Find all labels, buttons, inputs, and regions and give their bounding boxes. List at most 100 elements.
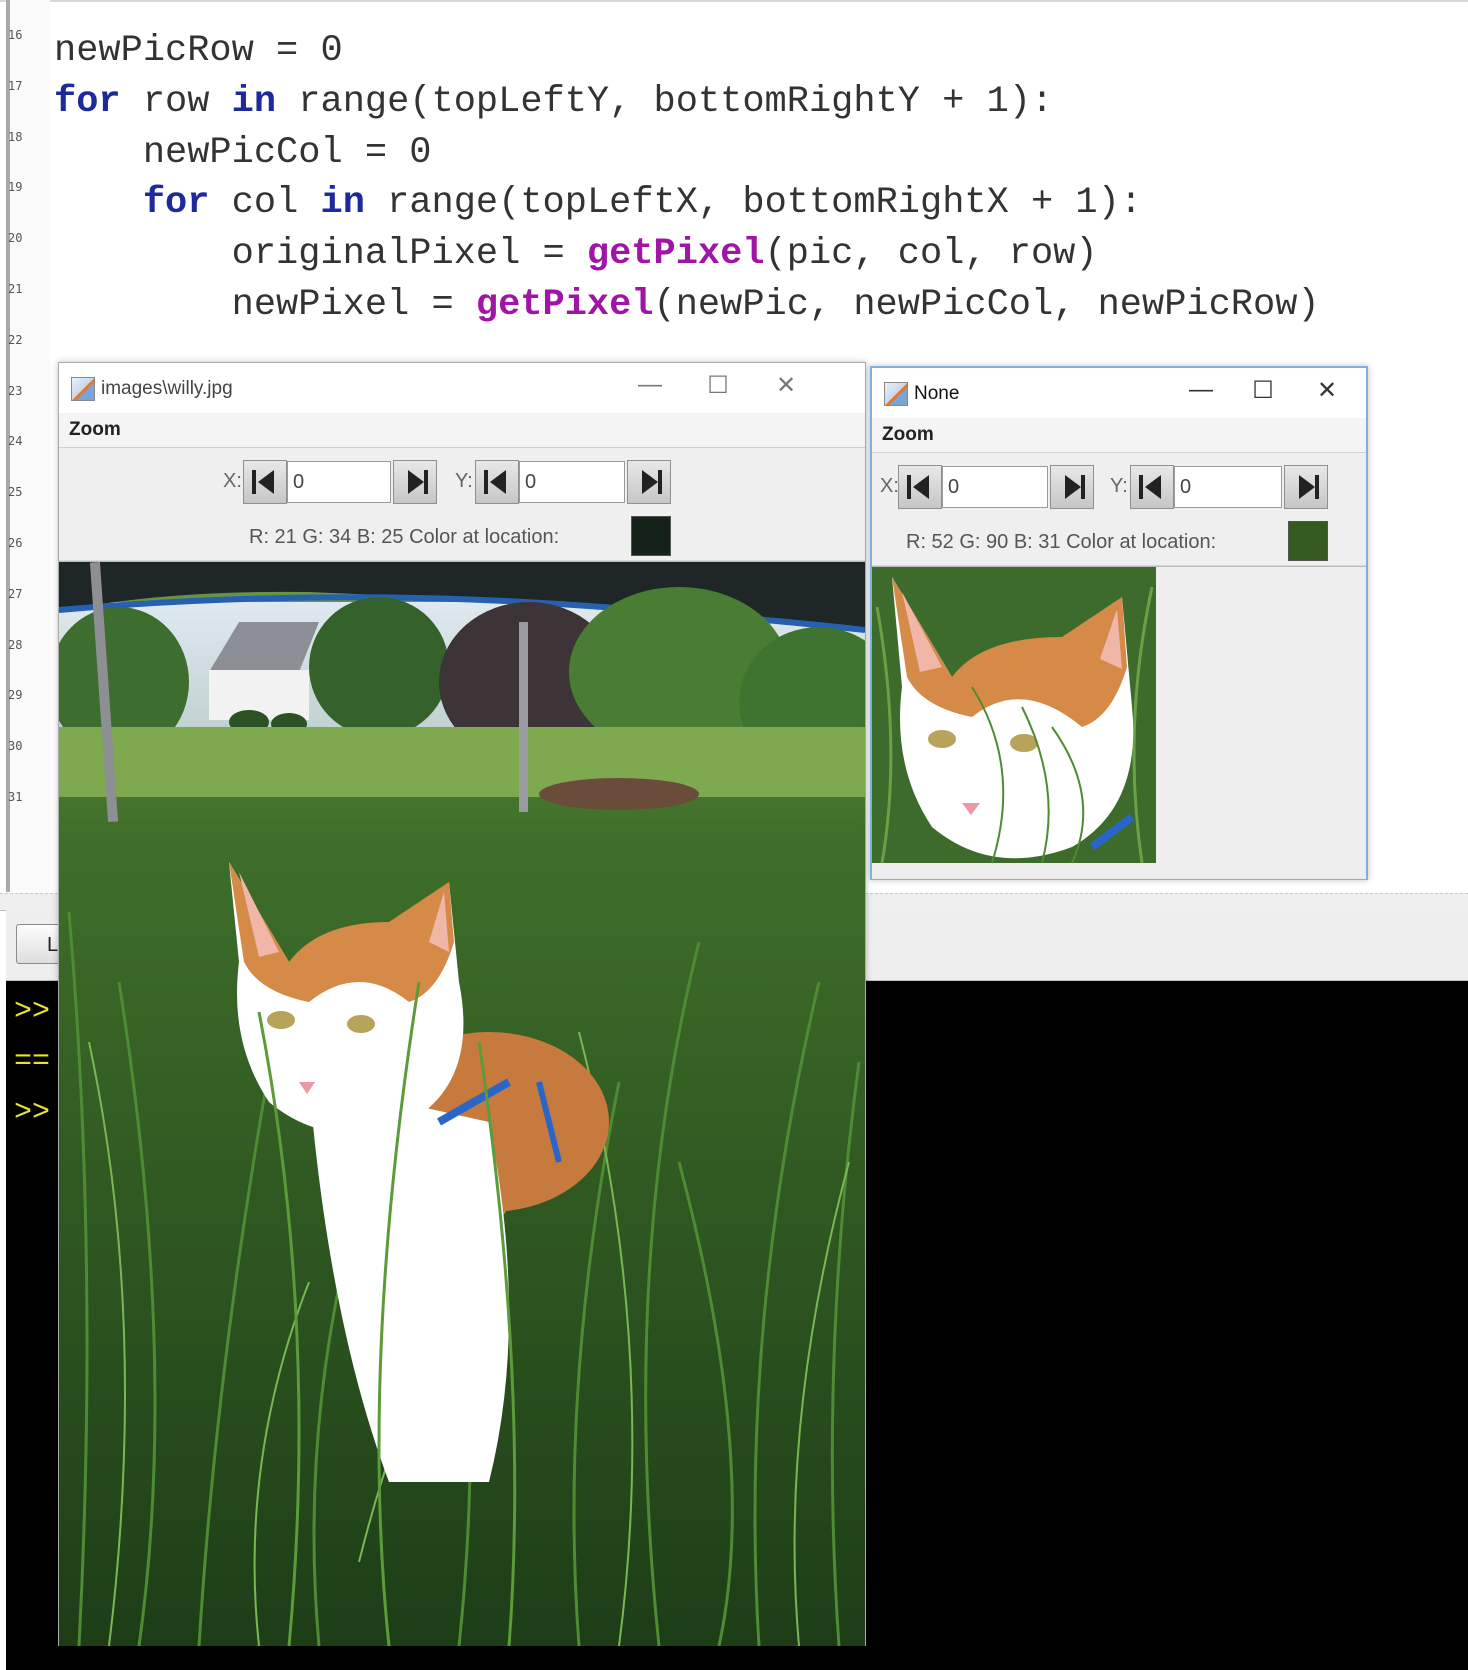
maximize-button[interactable]: ☐	[1248, 376, 1278, 405]
arrow-right-icon	[424, 470, 428, 494]
arrow-left-icon	[252, 470, 256, 494]
arrow-left-icon	[907, 475, 911, 499]
pixel-navigation-panel: X: 0 Y: 0 R: 52 G: 90 B: 31 Color at loc…	[872, 453, 1366, 566]
function-name: getPixel	[475, 284, 654, 326]
arrow-left-icon	[1139, 475, 1143, 499]
keyword: in	[231, 80, 277, 123]
code-text: range(topLeftY, bottomRightY + 1):	[276, 80, 1054, 123]
code-line: newPixel = getPixel(newPic, newPicCol, n…	[54, 284, 1320, 326]
x-decrement-button[interactable]	[898, 465, 942, 509]
keyword: for	[54, 80, 121, 123]
code-line: for row in range(topLeftY, bottomRightY …	[54, 81, 1053, 123]
x-label: X:	[223, 470, 242, 492]
y-label: Y:	[1110, 475, 1128, 497]
window-title: images\willy.jpg	[101, 378, 233, 399]
arrow-right-icon	[1315, 475, 1319, 499]
arrow-right-icon	[642, 470, 658, 494]
line-number: 23	[8, 383, 23, 398]
line-number: 30	[8, 739, 23, 754]
color-swatch	[631, 516, 671, 556]
maximize-button[interactable]: ☐	[703, 371, 733, 400]
line-number: 20	[8, 231, 23, 246]
color-swatch	[1288, 521, 1328, 561]
arrow-right-icon	[408, 470, 424, 494]
arrow-left-icon	[490, 470, 506, 494]
arrow-right-icon	[1065, 475, 1081, 499]
close-button[interactable]: ✕	[1312, 376, 1342, 405]
y-increment-button[interactable]	[627, 460, 671, 504]
line-number: 25	[8, 485, 23, 500]
picture-canvas[interactable]	[872, 566, 1366, 879]
console-prompt: >>	[14, 995, 51, 1029]
console-separator: ==	[14, 1045, 51, 1079]
title-bar[interactable]: None — ☐ ✕	[872, 368, 1366, 418]
line-number: 28	[8, 637, 23, 652]
x-decrement-button[interactable]	[243, 460, 287, 504]
picture-canvas[interactable]	[49, 561, 899, 1647]
line-number: 24	[8, 434, 23, 449]
cropped-cat-photo	[872, 567, 1366, 879]
line-number: 16	[8, 28, 23, 42]
code-line: for col in range(topLeftX, bottomRightX …	[54, 182, 1142, 224]
menu-zoom[interactable]: Zoom	[69, 419, 121, 441]
menu-bar: Zoom	[872, 418, 1366, 453]
x-coordinate-field[interactable]: 0	[287, 461, 391, 503]
arrow-left-icon	[258, 470, 274, 494]
line-number: 27	[8, 586, 23, 601]
y-coordinate-field[interactable]: 0	[1174, 466, 1282, 508]
menu-bar: Zoom	[59, 413, 865, 448]
code-text: row	[120, 80, 232, 123]
keyword: in	[320, 182, 365, 225]
x-increment-button[interactable]	[1050, 465, 1094, 509]
code-text: range(topLeftX, bottomRightX + 1):	[364, 182, 1143, 225]
java-app-icon	[884, 382, 908, 406]
java-app-icon	[71, 377, 95, 401]
line-number: 19	[8, 180, 23, 195]
code-text: newPicRow = 0	[54, 30, 343, 72]
x-increment-button[interactable]	[393, 460, 437, 504]
window-title: None	[914, 383, 960, 404]
pixel-color-readout: R: 52 G: 90 B: 31 Color at location:	[906, 531, 1217, 553]
code-line: newPicRow = 0	[54, 30, 343, 72]
minimize-button[interactable]: —	[635, 371, 665, 399]
line-number: 17	[8, 78, 23, 93]
picture-explorer-window-original[interactable]: images\willy.jpg — ☐ ✕ Zoom X: 0 Y: 0 R:…	[49, 362, 899, 1647]
y-decrement-button[interactable]	[1130, 465, 1174, 509]
console-prompt: >>	[14, 1096, 51, 1130]
code-text: newPicCol = 0	[54, 131, 432, 174]
function-name: getPixel	[586, 233, 765, 276]
close-button[interactable]: ✕	[771, 371, 801, 400]
code-text: (pic, col, row)	[764, 233, 1098, 276]
y-decrement-button[interactable]	[475, 460, 519, 504]
code-text: originalPixel =	[54, 233, 587, 276]
x-coordinate-field[interactable]: 0	[942, 466, 1048, 508]
arrow-left-icon	[913, 475, 929, 499]
cat-in-grass-photo	[49, 561, 899, 1647]
line-number: 21	[8, 282, 23, 296]
y-coordinate-field[interactable]: 0	[519, 461, 625, 503]
code-line: newPicCol = 0	[54, 131, 432, 174]
arrow-right-icon	[1081, 475, 1085, 499]
line-number: 18	[8, 129, 23, 144]
title-bar[interactable]: images\willy.jpg — ☐ ✕	[59, 363, 865, 413]
pixel-navigation-panel: X: 0 Y: 0 R: 21 G: 34 B: 25 Color at loc…	[59, 448, 865, 561]
arrow-right-icon	[1299, 475, 1315, 499]
arrow-left-icon	[484, 470, 488, 494]
line-number: 22	[8, 332, 23, 347]
arrow-left-icon	[1145, 475, 1161, 499]
code-text: col	[209, 182, 321, 225]
editor-top-border	[0, 0, 1468, 2]
line-number: 31	[8, 790, 23, 804]
arrow-right-icon	[658, 470, 662, 494]
y-increment-button[interactable]	[1284, 465, 1328, 509]
code-text: (newPic, newPicCol, newPicRow)	[653, 284, 1320, 326]
pixel-color-readout: R: 21 G: 34 B: 25 Color at location:	[249, 526, 560, 548]
picture-explorer-window-new[interactable]: None — ☐ ✕ Zoom X: 0 Y: 0 R: 52 G: 90 B:…	[870, 366, 1368, 880]
minimize-button[interactable]: —	[1186, 376, 1216, 404]
keyword: for	[142, 182, 210, 225]
code-line: originalPixel = getPixel(pic, col, row)	[54, 233, 1098, 275]
menu-zoom[interactable]: Zoom	[882, 424, 934, 446]
line-number: 29	[8, 688, 23, 703]
y-label: Y:	[455, 470, 473, 492]
